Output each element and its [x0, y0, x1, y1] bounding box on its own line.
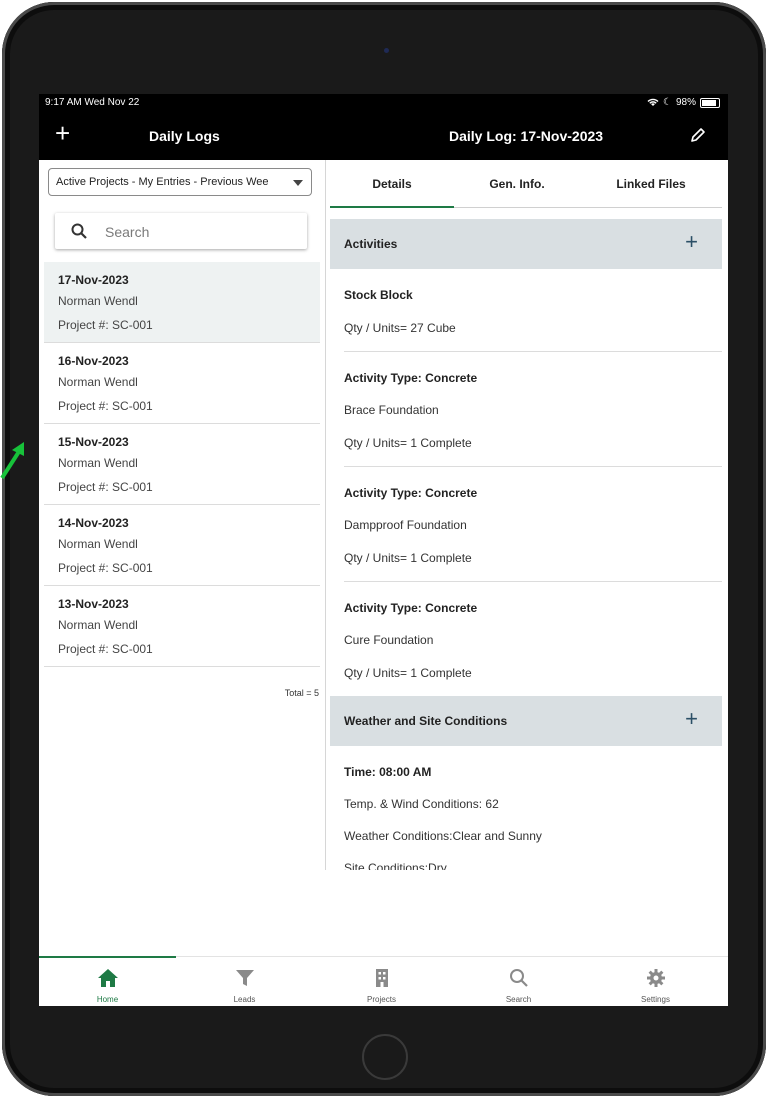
total-count: Total = 5 [284, 688, 319, 698]
bottom-tab-bar: Home Leads Projects Search Settings [39, 956, 728, 1006]
app-screen: 9:17 AM Wed Nov 22 ☾ 98% + Daily Logs Da… [39, 94, 728, 1006]
activity-type: Activity Type: Concrete [344, 601, 478, 615]
log-project: Project #: SC-001 [58, 561, 153, 575]
activity-description: Dampproof Foundation [344, 518, 467, 532]
log-date: 15-Nov-2023 [58, 435, 129, 449]
log-project: Project #: SC-001 [58, 399, 153, 413]
log-detail-pane: Details Gen. Info. Linked Files Activiti… [326, 160, 728, 870]
weather-section-header: Weather and Site Conditions + [330, 696, 722, 746]
front-camera [384, 48, 389, 53]
log-project: Project #: SC-001 [58, 318, 153, 332]
stock-block-title: Stock Block [344, 288, 413, 302]
detail-title: Daily Log: 17-Nov-2023 [449, 128, 604, 144]
log-project: Project #: SC-001 [58, 642, 153, 656]
battery-icon [700, 97, 720, 108]
tab-projects[interactable]: Projects [313, 957, 450, 1006]
tab-linked-files[interactable]: Linked Files [580, 160, 722, 207]
tab-label: Settings [641, 995, 670, 1004]
building-icon [376, 969, 388, 987]
activity-qty: Qty / Units= 1 Complete [344, 436, 472, 450]
log-author: Norman Wendl [58, 375, 138, 389]
divider [344, 466, 722, 467]
log-list-item[interactable]: 14-Nov-2023 Norman Wendl Project #: SC-0… [44, 505, 320, 586]
log-author: Norman Wendl [58, 618, 138, 632]
tab-leads[interactable]: Leads [176, 957, 313, 1006]
add-activity-button[interactable]: + [685, 231, 698, 253]
activities-title: Activities [344, 237, 398, 251]
add-weather-button[interactable]: + [685, 708, 698, 730]
home-hardware-button[interactable] [362, 1034, 408, 1080]
edit-pencil-icon[interactable] [689, 126, 707, 144]
top-bar: 9:17 AM Wed Nov 22 ☾ 98% + Daily Logs Da… [39, 94, 728, 160]
tab-home[interactable]: Home [39, 957, 176, 1006]
activities-section-header: Activities + [330, 219, 722, 269]
detail-tabs: Details Gen. Info. Linked Files [330, 160, 722, 208]
add-log-button[interactable]: + [55, 120, 70, 146]
divider [344, 581, 722, 582]
tab-details[interactable]: Details [330, 160, 454, 208]
annotation-arrow-icon [0, 442, 24, 480]
tab-search[interactable]: Search [450, 957, 587, 1006]
activity-qty: Qty / Units= 1 Complete [344, 666, 472, 680]
activity-type: Activity Type: Concrete [344, 486, 478, 500]
divider [344, 351, 722, 352]
gear-icon [647, 969, 665, 987]
search-box[interactable] [55, 213, 307, 249]
chevron-down-icon [293, 180, 303, 186]
log-author: Norman Wendl [58, 456, 138, 470]
log-author: Norman Wendl [58, 294, 138, 308]
filter-icon [236, 970, 254, 986]
log-list-item[interactable]: 16-Nov-2023 Norman Wendl Project #: SC-0… [44, 343, 320, 424]
weather-conditions: Weather Conditions:Clear and Sunny [344, 829, 542, 843]
search-input[interactable] [103, 221, 297, 243]
moon-icon: ☾ [663, 97, 672, 108]
tab-label: Leads [233, 995, 256, 1004]
log-date: 17-Nov-2023 [58, 273, 129, 287]
search-icon [71, 223, 87, 239]
tab-label: Home [96, 995, 119, 1004]
activity-qty: Qty / Units= 1 Complete [344, 551, 472, 565]
log-list-item[interactable]: 13-Nov-2023 Norman Wendl Project #: SC-0… [44, 586, 320, 667]
log-author: Norman Wendl [58, 537, 138, 551]
home-icon [98, 969, 118, 987]
search-icon [510, 969, 528, 987]
tab-label: Search [505, 995, 532, 1004]
log-list-pane: Active Projects - My Entries - Previous … [39, 160, 325, 870]
project-filter-dropdown[interactable]: Active Projects - My Entries - Previous … [48, 168, 312, 196]
activity-description: Brace Foundation [344, 403, 439, 417]
weather-title: Weather and Site Conditions [344, 714, 508, 728]
log-list-item[interactable]: 15-Nov-2023 Norman Wendl Project #: SC-0… [44, 424, 320, 505]
stock-block-qty: Qty / Units= 27 Cube [344, 321, 456, 335]
filter-selected-value: Active Projects - My Entries - Previous … [56, 176, 269, 188]
tab-label: Projects [367, 995, 396, 1004]
activity-type: Activity Type: Concrete [344, 371, 478, 385]
log-date: 16-Nov-2023 [58, 354, 129, 368]
log-date: 13-Nov-2023 [58, 597, 129, 611]
log-date: 14-Nov-2023 [58, 516, 129, 530]
list-title: Daily Logs [149, 128, 220, 144]
status-time: 9:17 AM Wed Nov 22 [45, 97, 140, 108]
log-list: 17-Nov-2023 Norman Wendl Project #: SC-0… [44, 262, 320, 667]
tab-gen-info[interactable]: Gen. Info. [454, 160, 580, 207]
status-indicators: ☾ 98% [647, 97, 720, 108]
weather-temp-wind: Temp. & Wind Conditions: 62 [344, 797, 499, 811]
activity-description: Cure Foundation [344, 633, 434, 647]
site-conditions: Site Conditions:Dry [344, 861, 447, 870]
weather-time: Time: 08:00 AM [344, 765, 432, 779]
wifi-icon [647, 98, 659, 106]
battery-percent: 98% [675, 97, 696, 108]
log-list-item[interactable]: 17-Nov-2023 Norman Wendl Project #: SC-0… [44, 262, 320, 343]
tab-settings[interactable]: Settings [587, 957, 724, 1006]
log-project: Project #: SC-001 [58, 480, 153, 494]
